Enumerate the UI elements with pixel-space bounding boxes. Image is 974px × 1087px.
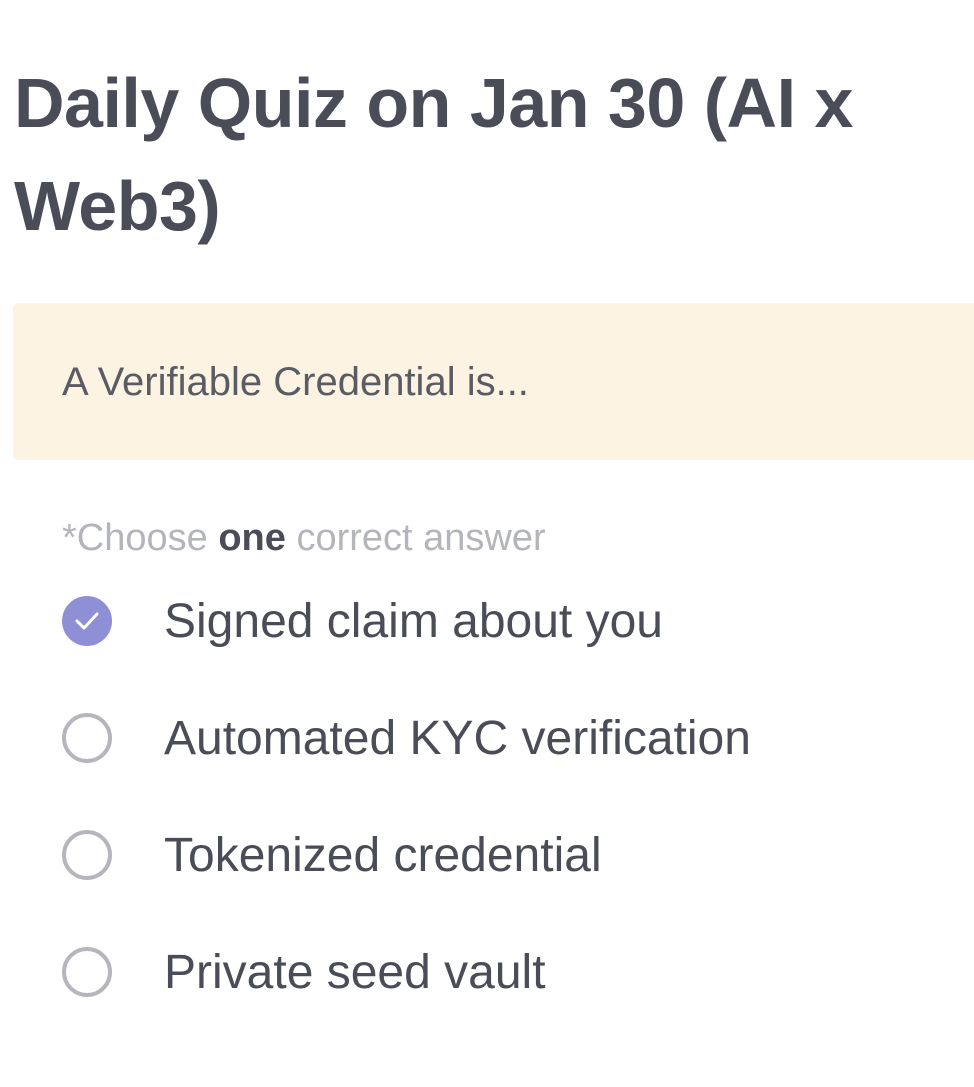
radio-checked-icon[interactable] — [62, 596, 112, 646]
instruction-prefix: *Choose — [62, 517, 219, 559]
question-text: A Verifiable Credential is... — [62, 360, 529, 404]
answer-options: Signed claim about you Automated KYC ver… — [62, 590, 962, 1058]
instruction-suffix: correct answer — [285, 517, 546, 559]
answer-option-label: Automated KYC verification — [164, 712, 751, 765]
radio-empty-icon[interactable] — [62, 947, 112, 997]
answer-option-3[interactable]: Tokenized credential — [62, 824, 962, 941]
answer-option-2[interactable]: Automated KYC verification — [62, 707, 962, 824]
radio-empty-icon[interactable] — [62, 830, 112, 880]
instruction-emphasis: one — [218, 517, 286, 559]
answer-option-label: Signed claim about you — [164, 595, 663, 648]
answer-option-label: Tokenized credential — [164, 829, 602, 882]
answer-option-1[interactable]: Signed claim about you — [62, 590, 962, 707]
radio-empty-icon[interactable] — [62, 713, 112, 763]
answer-instruction: *Choose one correct answer — [62, 515, 546, 561]
answer-option-4[interactable]: Private seed vault — [62, 941, 962, 1058]
answer-option-label: Private seed vault — [164, 946, 546, 999]
quiz-title: Daily Quiz on Jan 30 (AI x Web3) — [14, 64, 853, 245]
question-card: A Verifiable Credential is... — [13, 303, 974, 460]
check-icon — [75, 612, 99, 630]
